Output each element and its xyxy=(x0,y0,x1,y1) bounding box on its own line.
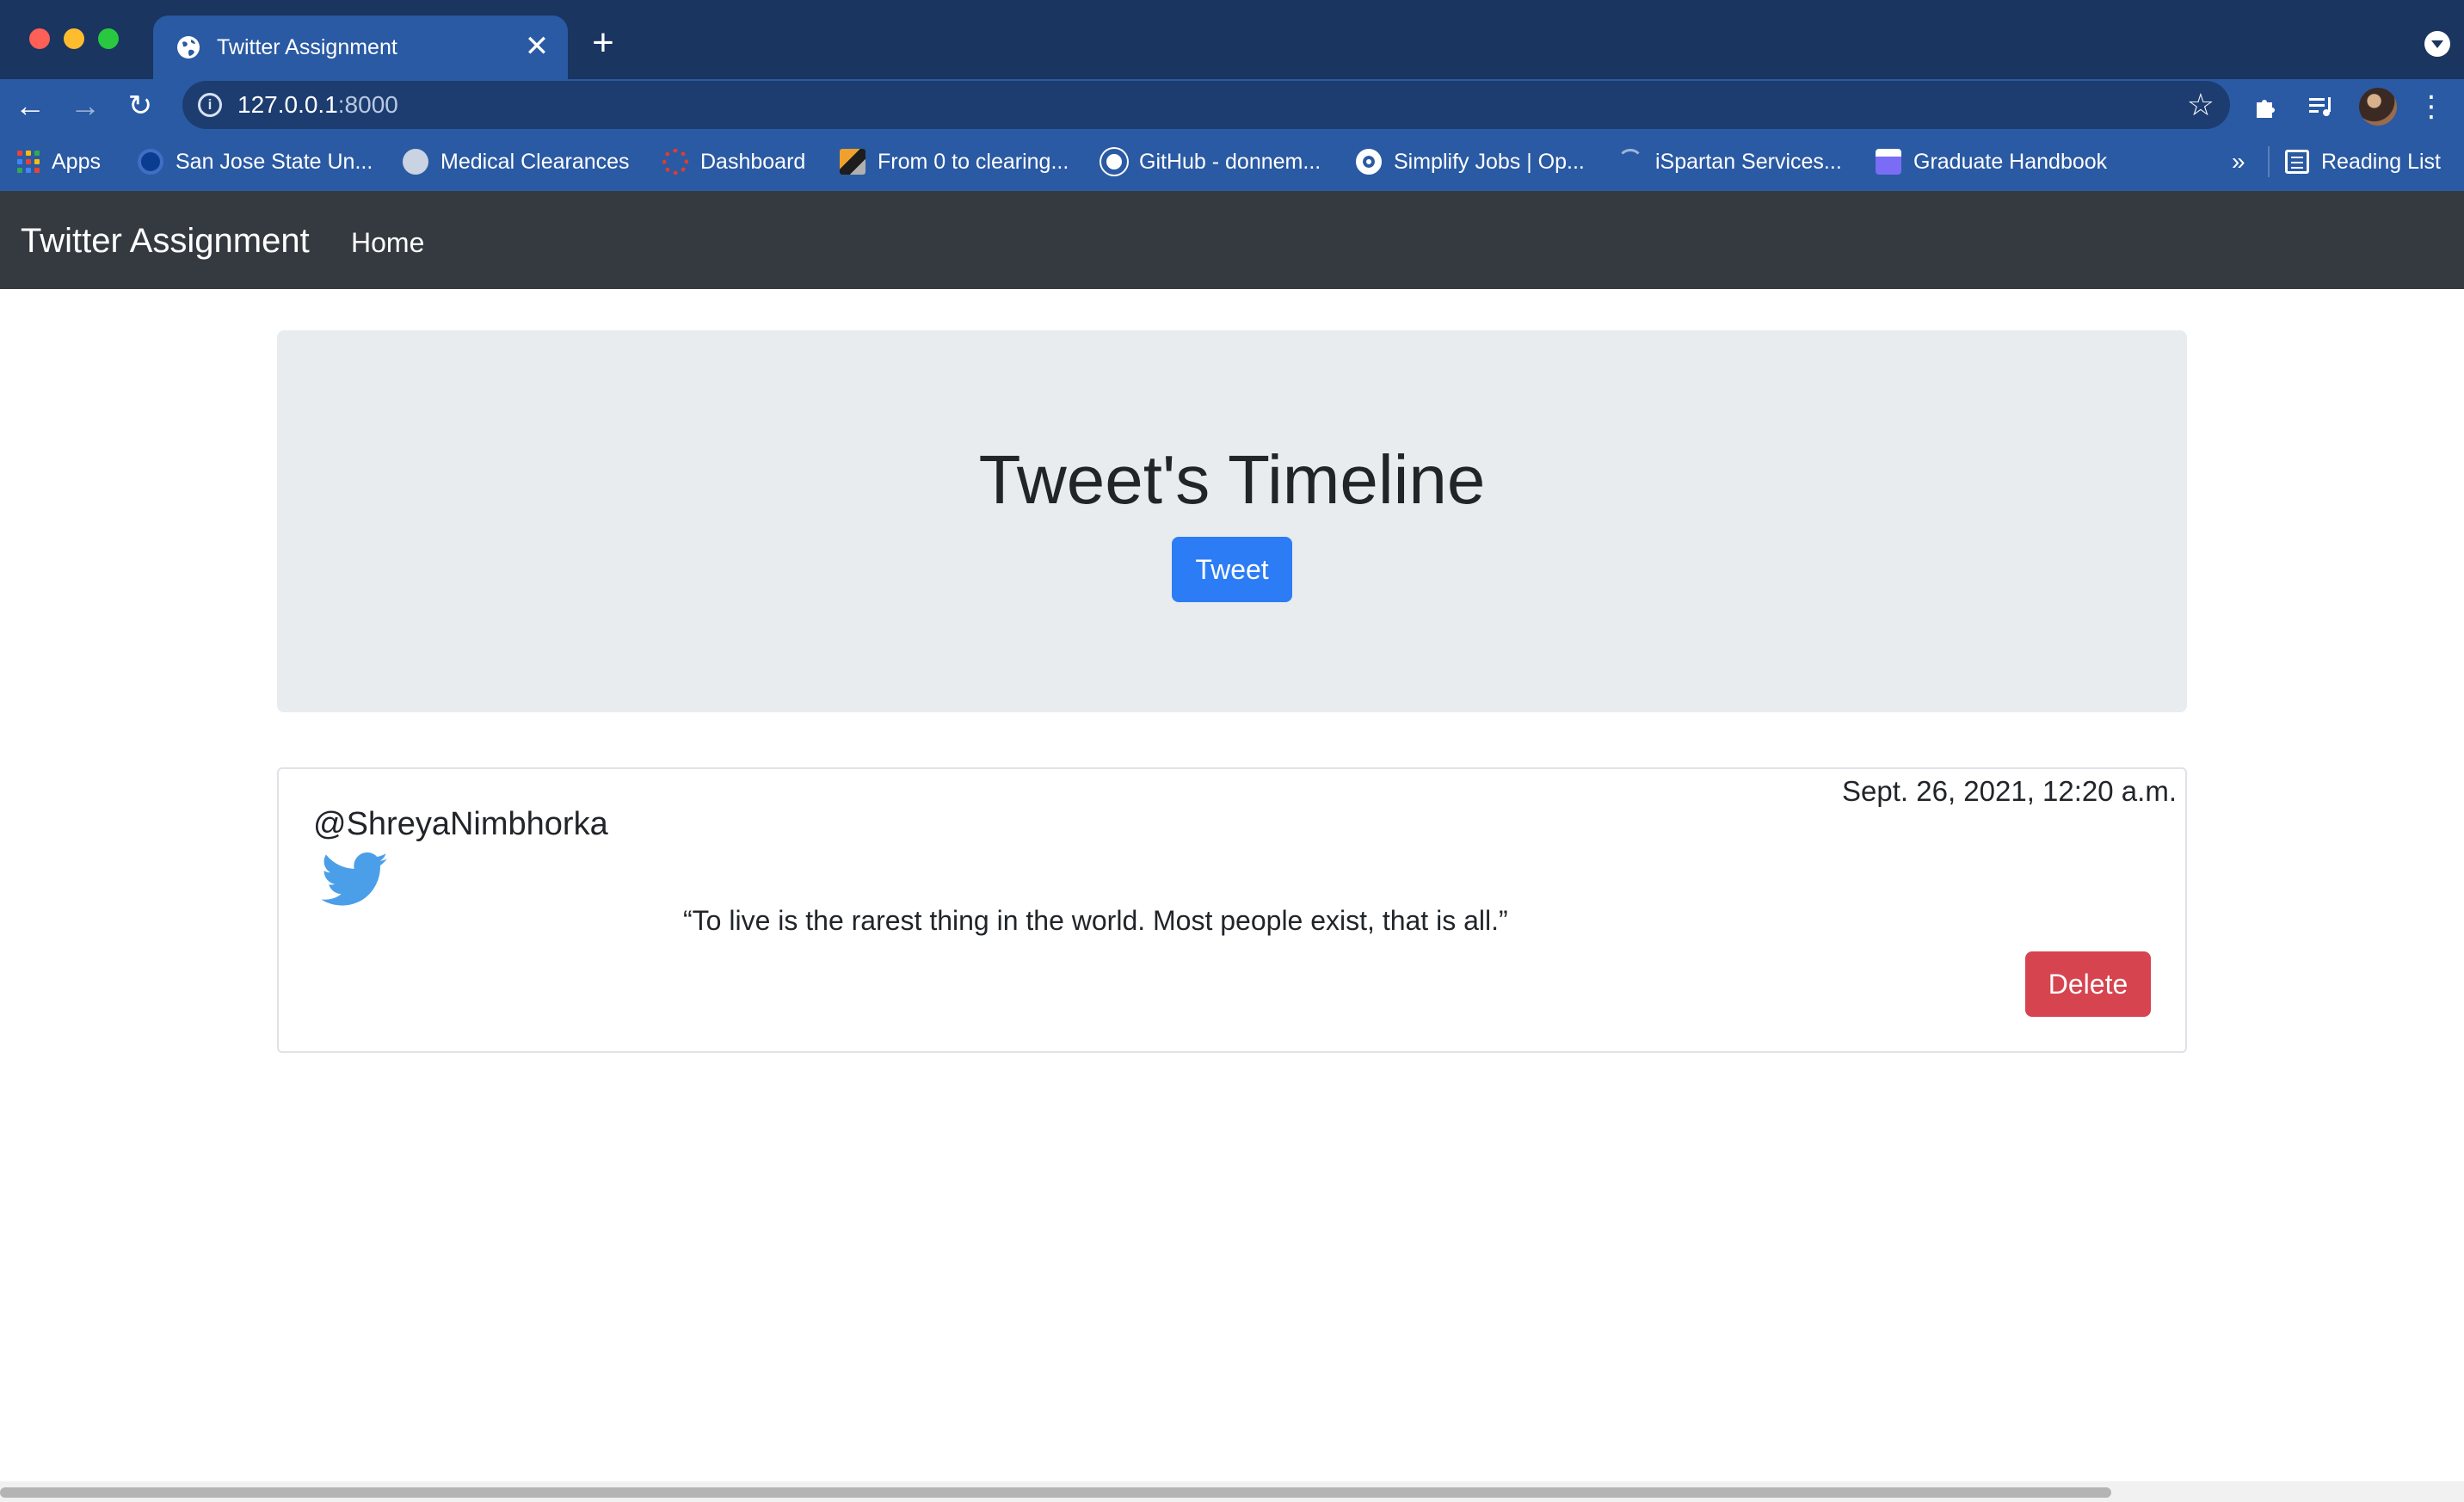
navbar-brand[interactable]: Twitter Assignment xyxy=(21,220,310,262)
tab-search-button[interactable] xyxy=(2424,31,2450,57)
loading-icon xyxy=(1617,149,1643,175)
canvas-icon xyxy=(662,149,688,175)
address-bar[interactable]: i 127.0.0.1:8000 ☆ xyxy=(182,81,2230,129)
delete-tweet-button[interactable]: Delete xyxy=(2025,951,2151,1017)
maximize-window-button[interactable] xyxy=(98,28,119,49)
timeline-header: Tweet's Timeline Tweet xyxy=(277,330,2187,712)
bookmark-ispartan[interactable]: iSpartan Services... xyxy=(1617,146,1842,177)
tweet-card: Sept. 26, 2021, 12:20 a.m. @ShreyaNimbho… xyxy=(277,767,2187,1053)
bookmark-github[interactable]: GitHub - donnem... xyxy=(1101,146,1321,177)
reload-button[interactable]: ↻ xyxy=(120,86,160,126)
reading-list-button[interactable]: Reading List xyxy=(2285,146,2441,177)
bookmark-medical-clearances[interactable]: Medical Clearances xyxy=(403,146,630,177)
url-text[interactable]: 127.0.0.1:8000 xyxy=(237,91,398,119)
bookmarks-divider xyxy=(2268,146,2270,177)
bookmark-label: Medical Clearances xyxy=(440,149,630,174)
bookmark-star-icon[interactable]: ☆ xyxy=(2187,86,2215,124)
globe-icon xyxy=(403,149,428,175)
browser-toolbar: ← → ↻ i 127.0.0.1:8000 ☆ ⋮ xyxy=(0,79,2464,132)
bookmark-sjsu[interactable]: San Jose State Un... xyxy=(138,146,373,177)
leetcode-icon xyxy=(840,149,865,175)
bookmark-apps[interactable]: Apps xyxy=(17,146,101,177)
reading-list-icon xyxy=(2285,150,2309,174)
page-title: Tweet's Timeline xyxy=(978,441,1486,518)
handbook-icon xyxy=(1876,149,1901,175)
browser-chrome: Twitter Assignment ✕ + ← → ↻ i 127.0.0.1… xyxy=(0,0,2464,191)
active-tab[interactable]: Twitter Assignment ✕ xyxy=(153,15,568,79)
github-icon xyxy=(1101,149,1127,175)
bookmark-leetcode[interactable]: From 0 to clearing... xyxy=(840,146,1069,177)
horizontal-scrollbar[interactable] xyxy=(0,1481,2464,1502)
tweet-text: “To live is the rarest thing in the worl… xyxy=(683,905,1508,936)
minimize-window-button[interactable] xyxy=(64,28,84,49)
new-tab-button[interactable]: + xyxy=(585,24,621,62)
scrollbar-thumb[interactable] xyxy=(0,1487,2111,1498)
globe-icon xyxy=(177,36,200,58)
nav-link-home[interactable]: Home xyxy=(351,224,424,262)
site-navbar: Twitter Assignment Home xyxy=(0,191,2464,289)
site-info-icon[interactable]: i xyxy=(198,93,222,117)
bookmark-label: Simplify Jobs | Op... xyxy=(1394,149,1585,174)
tweet-username: @ShreyaNimbhorka xyxy=(313,806,608,842)
bookmark-graduate-handbook[interactable]: Graduate Handbook xyxy=(1876,146,2107,177)
reading-list-label: Reading List xyxy=(2321,149,2441,174)
bookmark-label: iSpartan Services... xyxy=(1655,149,1842,174)
bookmarks-overflow-button[interactable]: » xyxy=(2232,146,2245,177)
back-button[interactable]: ← xyxy=(10,86,50,126)
url-host: 127.0.0.1 xyxy=(237,91,338,118)
bookmark-label: San Jose State Un... xyxy=(176,149,373,174)
tweet-timestamp: Sept. 26, 2021, 12:20 a.m. xyxy=(1842,775,2177,807)
tab-title: Twitter Assignment xyxy=(217,35,397,59)
bookmark-dashboard[interactable]: Dashboard xyxy=(662,146,805,177)
bookmark-label: From 0 to clearing... xyxy=(878,149,1069,174)
close-window-button[interactable] xyxy=(29,28,50,49)
puzzle-icon[interactable] xyxy=(2247,88,2285,126)
simplify-icon xyxy=(1356,149,1382,175)
bookmark-label: Graduate Handbook xyxy=(1913,149,2108,174)
bookmark-simplify[interactable]: Simplify Jobs | Op... xyxy=(1356,146,1585,177)
tweet-button[interactable]: Tweet xyxy=(1172,537,1292,602)
apps-grid-icon xyxy=(17,151,40,173)
bookmarks-bar: Apps San Jose State Un... Medical Cleara… xyxy=(0,132,2464,191)
bookmark-label: Dashboard xyxy=(700,149,806,174)
forward-button[interactable]: → xyxy=(65,86,105,126)
bookmark-label: GitHub - donnem... xyxy=(1139,149,1321,174)
sjsu-icon xyxy=(138,149,163,175)
browser-menu-icon[interactable]: ⋮ xyxy=(2412,88,2450,126)
media-control-icon[interactable] xyxy=(2302,88,2340,126)
tab-strip: Twitter Assignment ✕ + xyxy=(0,0,2464,79)
bookmark-label: Apps xyxy=(52,149,101,174)
close-tab-icon[interactable]: ✕ xyxy=(521,31,552,62)
profile-avatar[interactable] xyxy=(2359,88,2397,126)
twitter-bird-icon xyxy=(322,852,388,906)
url-port: :8000 xyxy=(337,91,398,118)
